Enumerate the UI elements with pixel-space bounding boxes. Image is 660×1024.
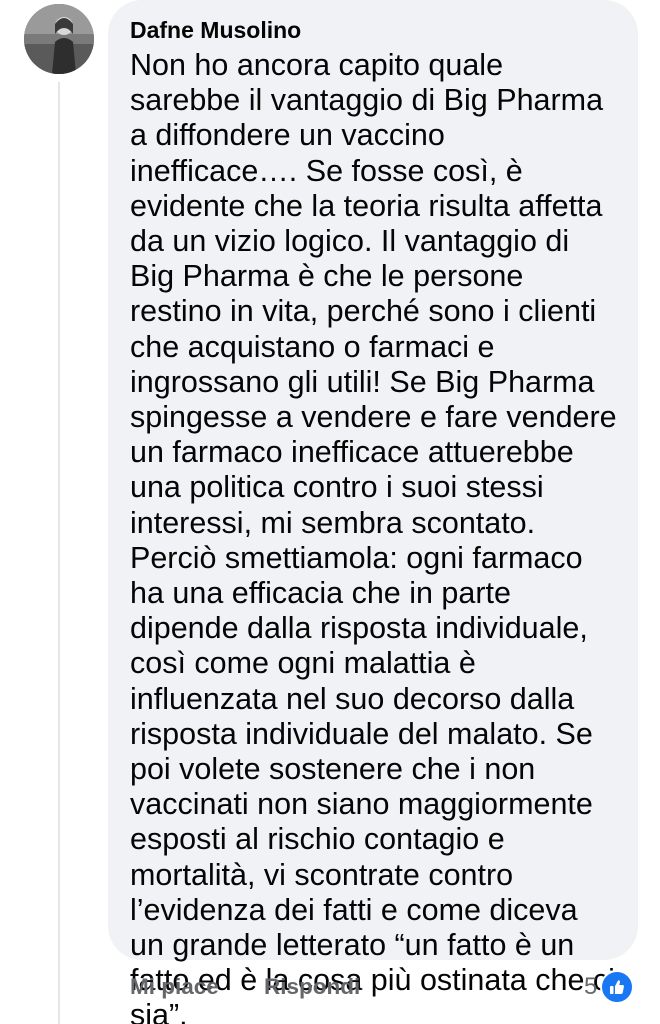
comment-text: Non ho ancora capito quale sarebbe il va… (130, 48, 617, 1024)
reaction-count: 5 (584, 973, 598, 1000)
like-button[interactable]: Mi piace (130, 974, 219, 1000)
comment-author[interactable]: Dafne Musolino (130, 16, 618, 44)
reaction-summary[interactable]: 5 (584, 970, 635, 1004)
avatar[interactable] (24, 4, 94, 74)
avatar-photo (24, 4, 94, 74)
reply-button[interactable]: Rispondi (264, 974, 360, 1000)
thumbs-up-icon (600, 970, 635, 1004)
thread-line (58, 82, 60, 1024)
comment-bubble: Dafne Musolino Non ho ancora capito qual… (108, 0, 638, 1024)
comment-screen: Dafne Musolino Non ho ancora capito qual… (0, 0, 660, 1024)
